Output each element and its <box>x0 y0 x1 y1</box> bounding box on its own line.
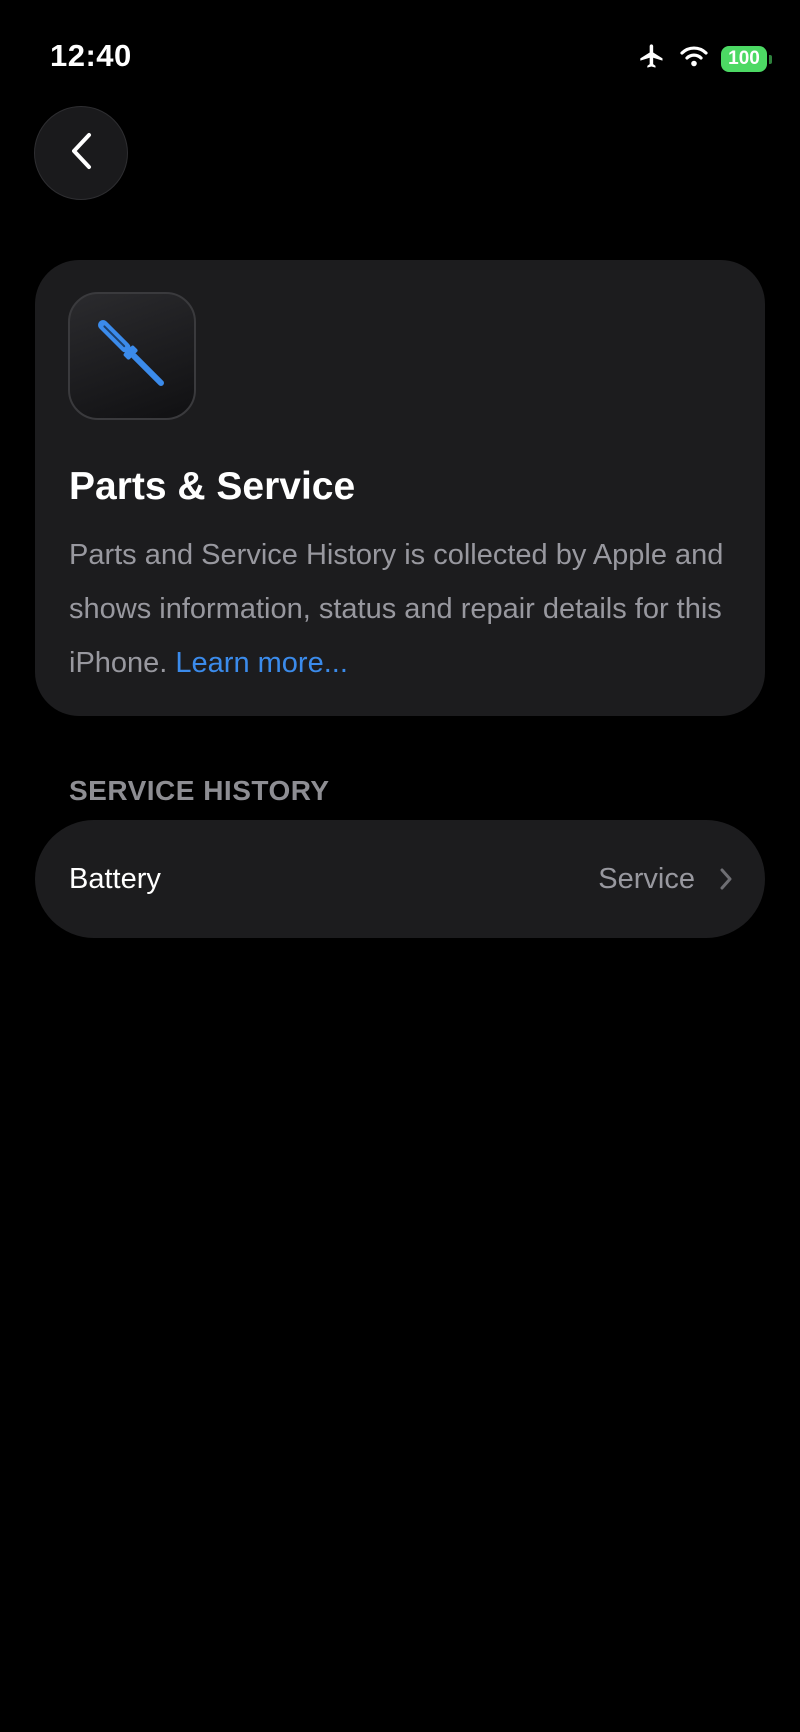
parts-service-card: Parts & Service Parts and Service Histor… <box>35 260 765 716</box>
screwdriver-icon <box>84 306 180 407</box>
card-title: Parts & Service <box>69 465 356 508</box>
app-icon <box>68 292 196 420</box>
row-label: Battery <box>69 862 161 895</box>
list-item-battery[interactable]: Battery Service <box>35 820 765 938</box>
battery-level: 100 <box>728 47 760 69</box>
description-text: Parts and Service History is collected b… <box>69 539 724 679</box>
row-value: Service <box>598 862 695 895</box>
chevron-right-icon <box>719 867 733 891</box>
status-time: 12:40 <box>50 38 132 73</box>
card-description: Parts and Service History is collected b… <box>69 528 739 690</box>
wifi-icon <box>679 44 709 73</box>
section-header-service-history: SERVICE HISTORY <box>69 775 330 806</box>
learn-more-link[interactable]: Learn more... <box>175 647 347 679</box>
chevron-left-icon <box>69 132 93 175</box>
airplane-icon <box>637 42 667 75</box>
status-icons: 100 <box>637 42 772 75</box>
battery-icon: 100 <box>721 45 772 72</box>
status-bar: 12:40 100 <box>0 0 800 110</box>
back-button[interactable] <box>34 106 128 200</box>
